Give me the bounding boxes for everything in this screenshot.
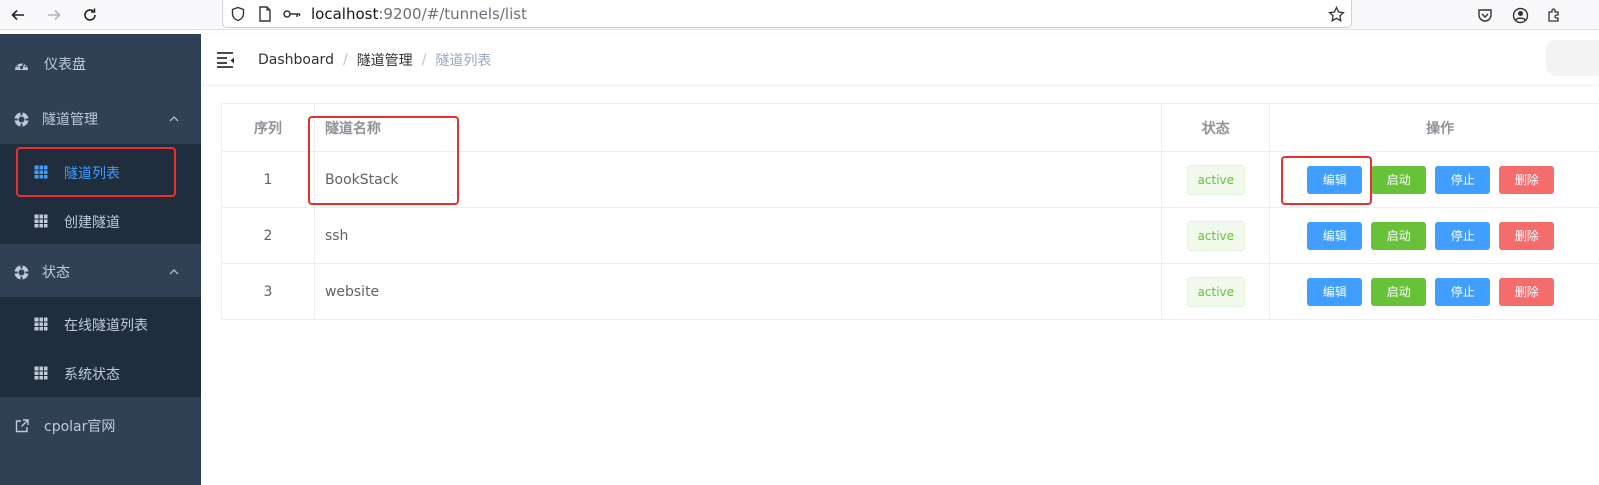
row-index: 2 [222, 208, 315, 263]
reload-button[interactable] [79, 4, 101, 26]
ops-cell: 编辑 启动 停止 删除 [1270, 208, 1599, 263]
arrow-left-icon [11, 9, 24, 21]
edit-button[interactable]: 编辑 [1307, 221, 1363, 250]
breadcrumb-separator: / [342, 52, 348, 68]
sidebar-item-status[interactable]: 状态 [0, 247, 201, 297]
status-cell: active [1162, 264, 1271, 319]
dashboard-icon [14, 57, 29, 72]
table-grid-icon [34, 214, 48, 228]
breadcrumb: Dashboard / 隧道管理 / 隧道列表 [258, 50, 491, 70]
column-header-index: 序列 [222, 104, 315, 151]
tunnel-table: 序列 隧道名称 状态 操作 1 BookStack active 编辑 启动 停… [221, 103, 1599, 320]
reload-icon [84, 8, 96, 21]
delete-button[interactable]: 删除 [1499, 277, 1555, 306]
pocket-icon[interactable] [1475, 5, 1495, 25]
ops-cell: 编辑 启动 停止 删除 [1270, 152, 1599, 207]
tunnel-name: website [315, 264, 1163, 319]
sidebar-item-label: cpolar官网 [44, 419, 116, 435]
account-icon[interactable] [1510, 5, 1530, 25]
edit-button[interactable]: 编辑 [1307, 165, 1363, 194]
hamburger-icon[interactable] [216, 51, 236, 69]
sidebar-item-label: 创建隧道 [64, 215, 120, 231]
tunnel-name: ssh [315, 208, 1163, 263]
column-header-status: 状态 [1162, 104, 1271, 151]
lifebuoy-icon [14, 265, 29, 280]
status-cell: active [1162, 208, 1271, 263]
table-grid-icon [34, 366, 48, 380]
external-link-icon [14, 419, 29, 434]
start-button[interactable]: 启动 [1371, 277, 1427, 306]
submenu-tunnel-management: 隧道列表 创建隧道 [0, 144, 201, 244]
status-badge: active [1186, 276, 1246, 307]
sidebar-item-system-status[interactable]: 系统状态 [0, 348, 201, 398]
status-cell: active [1162, 152, 1271, 207]
shield-icon[interactable] [229, 5, 247, 23]
forward-button[interactable] [43, 4, 65, 26]
url-path: :9200/#/tunnels/list [378, 5, 527, 23]
sidebar-item-label: 仪表盘 [44, 57, 86, 73]
table-grid-icon [34, 165, 48, 179]
table-row: 2 ssh active 编辑 启动 停止 删除 [222, 208, 1599, 264]
sidebar-item-label: 在线隧道列表 [64, 318, 148, 334]
breadcrumb-tunnel-management[interactable]: 隧道管理 [357, 50, 413, 70]
sidebar-item-label: 隧道列表 [64, 166, 120, 182]
sidebar-item-cpolar-website[interactable]: cpolar官网 [0, 401, 201, 451]
submenu-status: 在线隧道列表 系统状态 [0, 297, 201, 397]
table-header-row: 序列 隧道名称 状态 操作 [222, 104, 1599, 152]
column-header-name: 隧道名称 [315, 104, 1163, 151]
table-row: 1 BookStack active 编辑 启动 停止 删除 [222, 152, 1599, 208]
page-icon [256, 5, 274, 23]
sidebar-item-label: 系统状态 [64, 367, 120, 383]
sidebar-item-tunnel-management[interactable]: 隧道管理 [0, 94, 201, 144]
table-grid-icon [34, 317, 48, 331]
table-row: 3 website active 编辑 启动 停止 删除 [222, 264, 1599, 320]
extensions-icon[interactable] [1544, 5, 1564, 25]
start-button[interactable]: 启动 [1371, 221, 1427, 250]
chevron-up-icon [169, 269, 179, 275]
stop-button[interactable]: 停止 [1435, 221, 1491, 250]
status-badge: active [1186, 164, 1246, 195]
sidebar-item-dashboard[interactable]: 仪表盘 [0, 39, 201, 89]
browser-toolbar: localhost:9200/#/tunnels/list [0, 0, 1599, 30]
url-text[interactable]: localhost:9200/#/tunnels/list [311, 5, 527, 23]
breadcrumb-dashboard[interactable]: Dashboard [258, 52, 334, 68]
chevron-up-icon [169, 116, 179, 122]
breadcrumb-separator: / [421, 52, 427, 68]
delete-button[interactable]: 删除 [1499, 165, 1555, 194]
start-button[interactable]: 启动 [1371, 165, 1427, 194]
row-index: 3 [222, 264, 315, 319]
stop-button[interactable]: 停止 [1435, 165, 1491, 194]
url-host: localhost [311, 5, 379, 23]
status-badge: active [1186, 220, 1246, 251]
lifebuoy-icon [14, 112, 29, 127]
arrow-right-icon [48, 9, 61, 21]
column-header-ops: 操作 [1270, 104, 1599, 151]
ops-cell: 编辑 启动 停止 删除 [1270, 264, 1599, 319]
avatar[interactable] [1546, 40, 1599, 76]
breadcrumb-current: 隧道列表 [435, 53, 492, 69]
sidebar-item-online-tunnels[interactable]: 在线隧道列表 [0, 299, 201, 349]
sidebar-item-tunnel-list[interactable]: 隧道列表 [0, 147, 201, 197]
sidebar-item-label: 状态 [42, 265, 70, 281]
row-index: 1 [222, 152, 315, 207]
tunnel-name: BookStack [315, 152, 1163, 207]
address-bar[interactable]: localhost:9200/#/tunnels/list [222, 0, 1352, 28]
delete-button[interactable]: 删除 [1499, 221, 1555, 250]
sidebar-item-create-tunnel[interactable]: 创建隧道 [0, 196, 201, 246]
edit-button[interactable]: 编辑 [1307, 277, 1363, 306]
sidebar-item-label: 隧道管理 [42, 112, 98, 128]
navbar: Dashboard / 隧道管理 / 隧道列表 [201, 34, 1599, 84]
back-button[interactable] [7, 4, 29, 26]
stop-button[interactable]: 停止 [1435, 277, 1491, 306]
sidebar: 仪表盘 隧道管理 隧道列表 创建隧道 状态 在线隧道列表 系统状态 cpolar… [0, 34, 201, 485]
bookmark-star-icon[interactable] [1327, 5, 1345, 23]
key-icon[interactable] [283, 5, 301, 23]
